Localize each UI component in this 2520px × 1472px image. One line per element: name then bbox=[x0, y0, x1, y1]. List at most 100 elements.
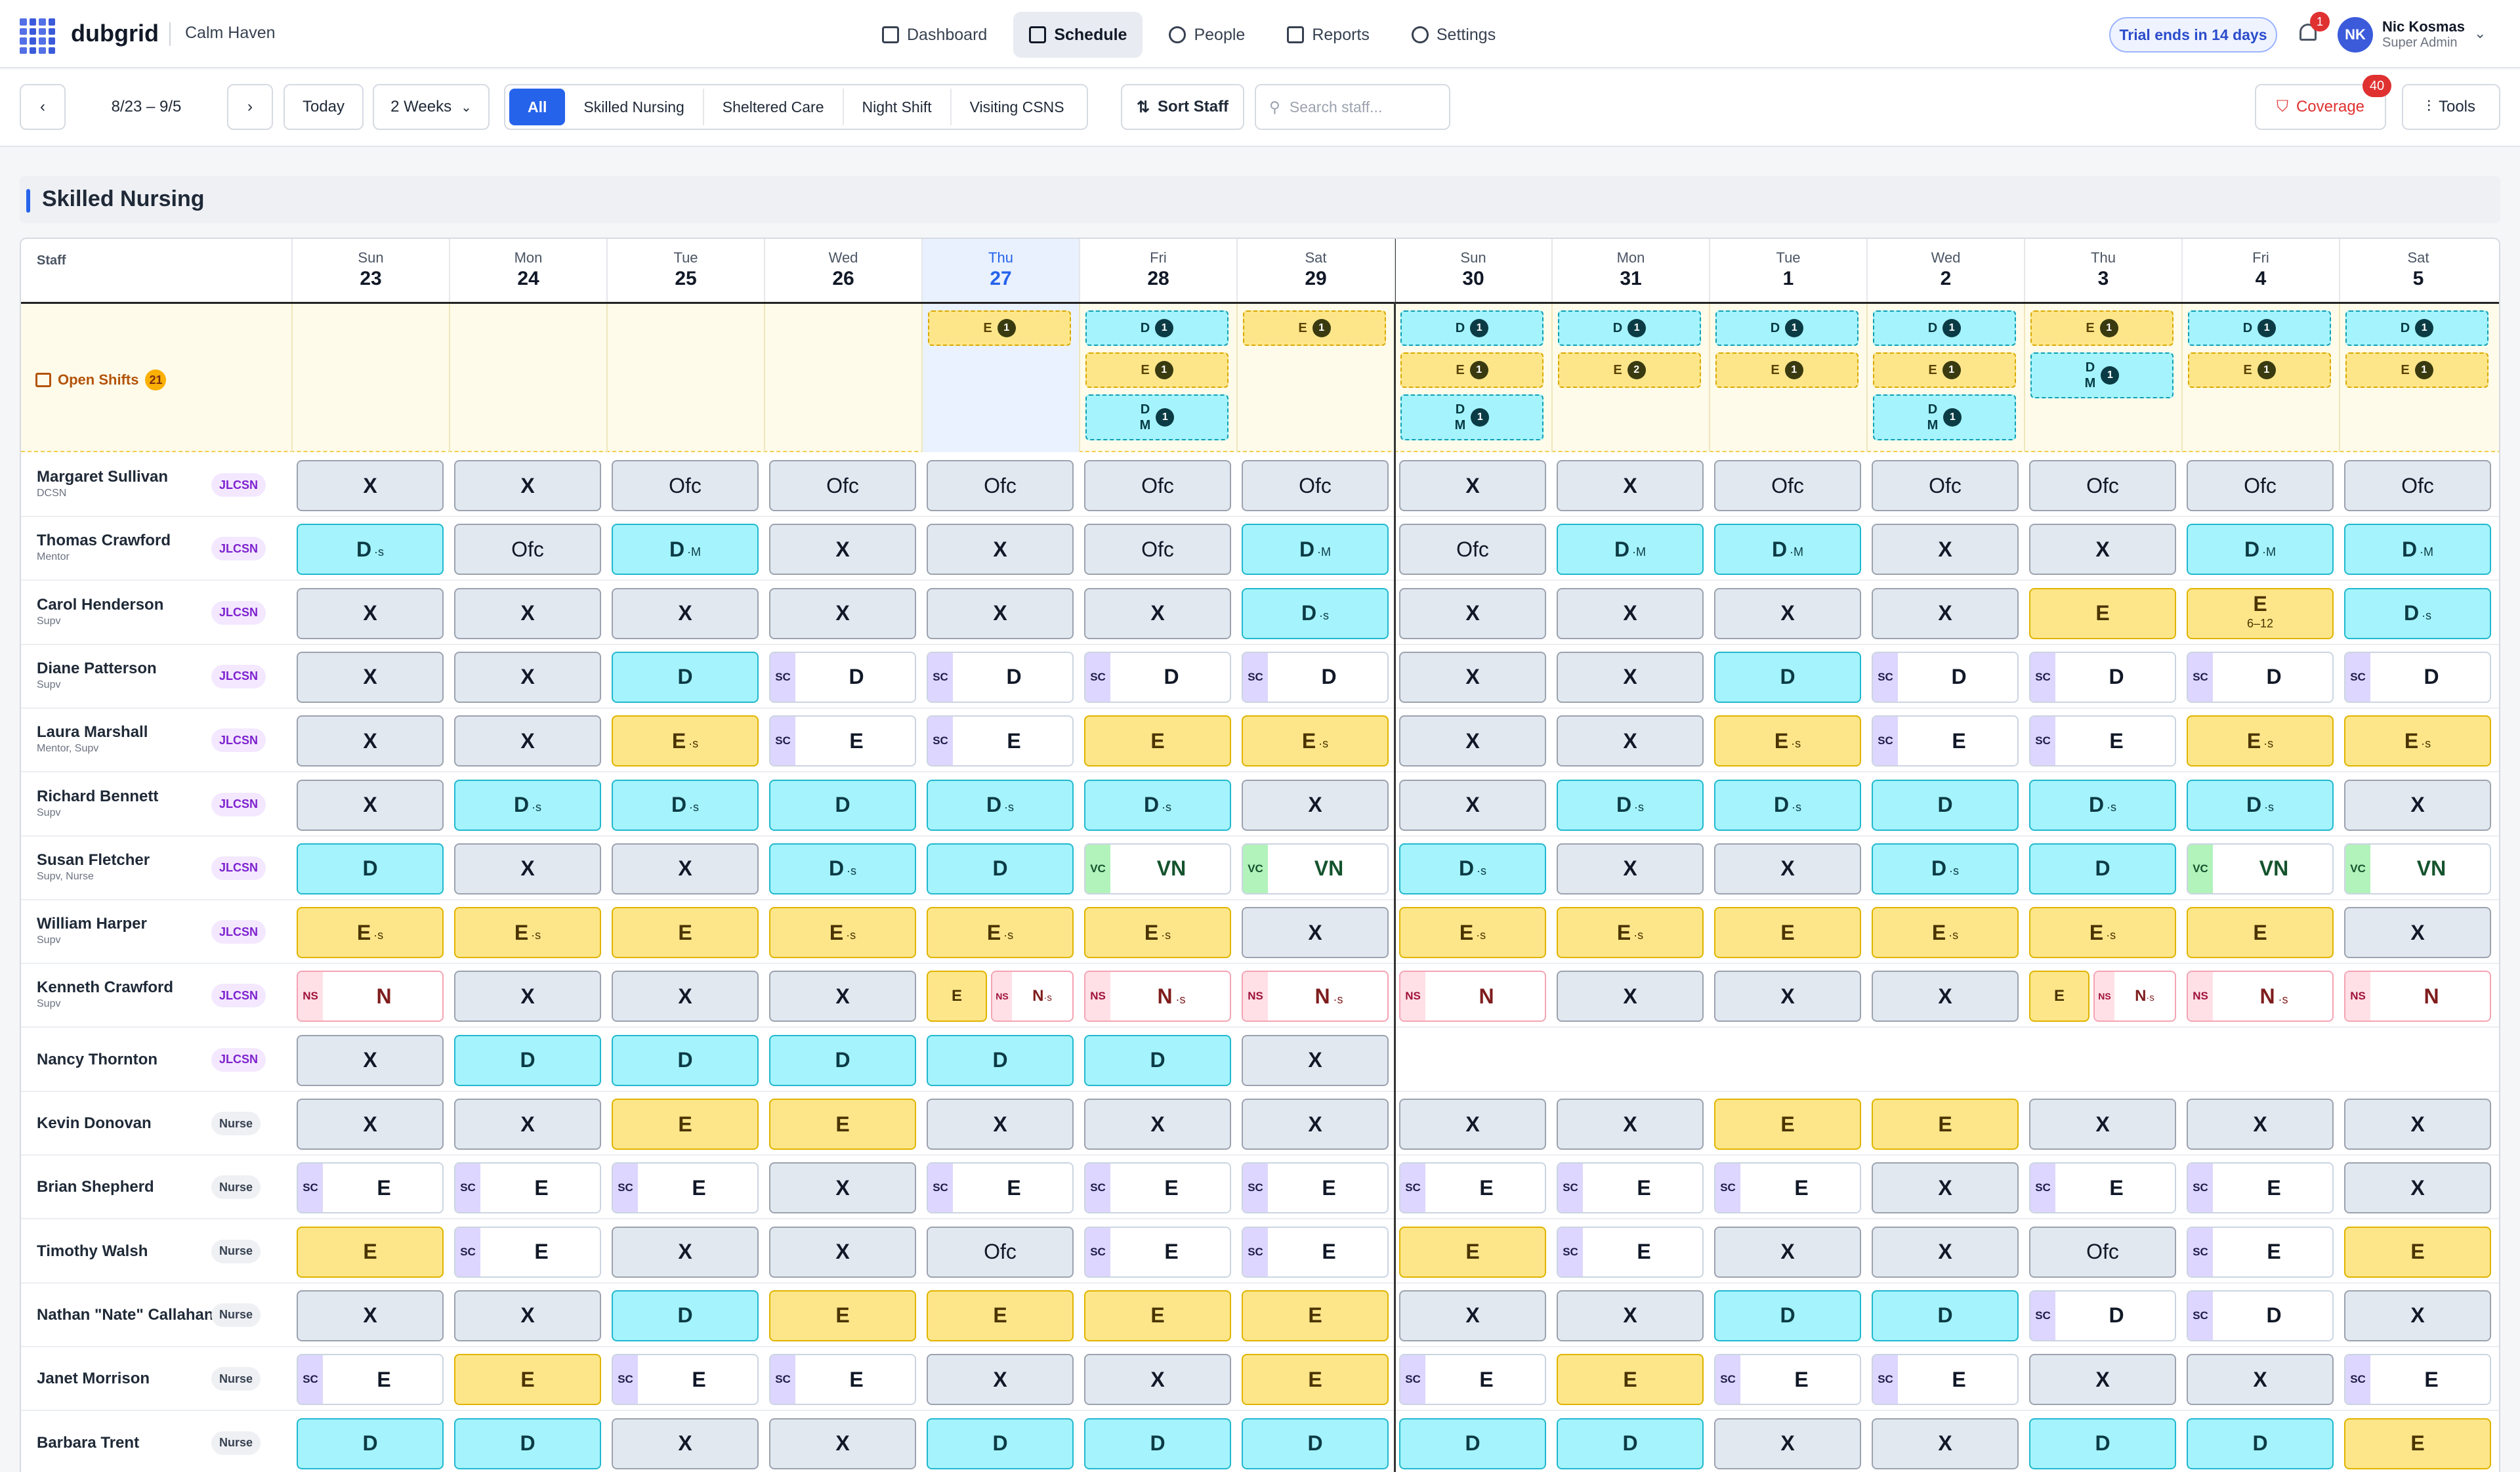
shift-cell[interactable]: VC VN bbox=[2187, 843, 2334, 894]
shift-cell[interactable]: SC E bbox=[927, 1162, 1074, 1214]
shift-cell[interactable]: X bbox=[1714, 1418, 1861, 1469]
shift-cell[interactable]: E bbox=[1084, 715, 1231, 767]
trial-badge[interactable]: Trial ends in 14 days bbox=[2109, 17, 2277, 53]
open-shift-chip[interactable]: D1 bbox=[1085, 310, 1228, 346]
day-header[interactable]: Thu 27 bbox=[921, 239, 1079, 302]
shift-cell[interactable]: X bbox=[454, 1099, 601, 1150]
shift-cell[interactable]: SC E bbox=[2187, 1162, 2334, 1214]
prev-range-button[interactable]: ‹ bbox=[20, 84, 66, 130]
shift-cell[interactable]: X bbox=[927, 524, 1074, 576]
shift-cell[interactable]: Ofc bbox=[1084, 524, 1231, 576]
shift-cell[interactable]: Ofc bbox=[927, 460, 1074, 511]
shift-cell[interactable]: Ofc bbox=[2344, 460, 2491, 511]
shift-cell[interactable]: X bbox=[297, 1034, 444, 1086]
day-header[interactable]: Mon 31 bbox=[1551, 239, 1709, 302]
shift-cell[interactable]: SC E bbox=[1399, 1354, 1546, 1406]
shift-cell[interactable]: E bbox=[1399, 1226, 1546, 1278]
shift-cell[interactable]: X bbox=[2187, 1354, 2334, 1406]
shift-cell[interactable]: D bbox=[927, 843, 1074, 894]
shift-cell[interactable]: SC E bbox=[297, 1162, 444, 1214]
shift-cell[interactable]: D bbox=[927, 1034, 1074, 1086]
shift-cell[interactable]: X bbox=[454, 1290, 601, 1341]
shift-cell[interactable]: SC E bbox=[1557, 1162, 1704, 1214]
shift-cell[interactable]: E bbox=[769, 1290, 916, 1341]
shift-cell[interactable]: D bbox=[769, 779, 916, 831]
open-shift-chip[interactable]: DM1 bbox=[1873, 394, 2016, 440]
shift-cell[interactable]: Ofc bbox=[2029, 460, 2176, 511]
day-header[interactable]: Tue 1 bbox=[1709, 239, 1866, 302]
shift-cell[interactable]: X bbox=[297, 779, 444, 831]
shift-cell[interactable]: X bbox=[1557, 460, 1704, 511]
shift-cell[interactable]: SC E bbox=[1399, 1162, 1546, 1214]
shift-cell[interactable]: X bbox=[612, 1226, 759, 1278]
shift-cell[interactable]: SC D bbox=[2029, 651, 2176, 703]
shift-cell[interactable]: X bbox=[1714, 1226, 1861, 1278]
shift-cell[interactable]: SC D bbox=[2187, 651, 2334, 703]
open-shift-chip[interactable]: E1 bbox=[1085, 352, 1228, 388]
shift-cell[interactable]: E ·s bbox=[1084, 907, 1231, 959]
shift-cell[interactable]: X bbox=[454, 587, 601, 639]
shift-cell[interactable]: D ·M bbox=[612, 524, 759, 576]
shift-cell[interactable]: D bbox=[2029, 843, 2176, 894]
shift-cell[interactable]: X bbox=[1557, 1290, 1704, 1341]
staff-name[interactable]: Thomas Crawford bbox=[37, 532, 227, 550]
shift-cell[interactable]: D ·s bbox=[927, 779, 1074, 831]
shift-cell[interactable]: X bbox=[1242, 1034, 1389, 1086]
shift-cell[interactable]: SC E bbox=[927, 715, 1074, 767]
staff-name[interactable]: Nancy Thornton bbox=[37, 1051, 227, 1069]
shift-cell[interactable]: SC E bbox=[2029, 1162, 2176, 1214]
filter-tab-sheltered-care[interactable]: Sheltered Care bbox=[704, 89, 844, 125]
shift-cell[interactable]: NS N bbox=[2344, 971, 2491, 1022]
date-range[interactable]: 8/23 – 9/5 bbox=[77, 84, 215, 130]
shift-cell[interactable]: X bbox=[1714, 843, 1861, 894]
day-header[interactable]: Mon 24 bbox=[449, 239, 606, 302]
shift-cell[interactable]: NS N bbox=[297, 971, 444, 1022]
shift-cell[interactable]: SC D bbox=[1084, 651, 1231, 703]
shift-cell[interactable]: Ofc bbox=[1084, 460, 1231, 511]
shift-cell[interactable]: D ·s bbox=[769, 843, 916, 894]
filter-tab-night-shift[interactable]: Night Shift bbox=[844, 89, 952, 125]
avatar[interactable]: NK bbox=[2338, 17, 2373, 53]
shift-cell[interactable]: SC E bbox=[2187, 1226, 2334, 1278]
shift-cell-split[interactable]: E NS N·s bbox=[2029, 971, 2176, 1022]
open-shifts-label[interactable]: Open Shifts 21 bbox=[35, 369, 167, 390]
shift-cell[interactable]: SC E bbox=[1084, 1162, 1231, 1214]
shift-cell[interactable]: D bbox=[769, 1034, 916, 1086]
shift-cell[interactable]: E ·s bbox=[1242, 715, 1389, 767]
shift-cell[interactable]: D ·M bbox=[1242, 524, 1389, 576]
shift-cell[interactable]: X bbox=[2344, 907, 2491, 959]
day-header[interactable]: Wed 26 bbox=[764, 239, 921, 302]
day-header[interactable]: Sun 30 bbox=[1394, 239, 1551, 302]
chevron-down-icon[interactable]: ⌄ bbox=[2474, 25, 2486, 42]
tools-button[interactable]: ⫶ Tools bbox=[2402, 84, 2500, 130]
shift-cell[interactable]: Ofc bbox=[2029, 1226, 2176, 1278]
day-header[interactable]: Fri 28 bbox=[1079, 239, 1236, 302]
staff-name[interactable]: Barbara Trent bbox=[37, 1434, 227, 1452]
shift-cell[interactable]: E bbox=[612, 1099, 759, 1150]
shift-cell[interactable]: E bbox=[454, 1354, 601, 1406]
shift-cell[interactable]: D bbox=[1872, 779, 2019, 831]
dubgrid-logo-icon[interactable] bbox=[20, 18, 55, 54]
shift-cell[interactable]: X bbox=[1084, 1099, 1231, 1150]
shift-cell[interactable]: X bbox=[1872, 524, 2019, 576]
shift-cell[interactable]: X bbox=[927, 587, 1074, 639]
shift-cell[interactable]: SC E bbox=[769, 715, 916, 767]
shift-cell[interactable]: D ·s bbox=[2029, 779, 2176, 831]
shift-cell[interactable]: SC E bbox=[612, 1354, 759, 1406]
shift-cell[interactable]: X bbox=[1872, 1418, 2019, 1469]
shift-cell[interactable]: D bbox=[1084, 1034, 1231, 1086]
shift-cell[interactable]: X bbox=[927, 1354, 1074, 1406]
open-shift-chip[interactable]: E1 bbox=[2345, 352, 2488, 388]
user-name[interactable]: Nic Kosmas bbox=[2382, 18, 2465, 35]
shift-cell[interactable]: D ·M bbox=[2344, 524, 2491, 576]
shift-cell[interactable]: SC E bbox=[2344, 1354, 2491, 1406]
shift-cell[interactable]: X bbox=[1084, 1354, 1231, 1406]
shift-cell[interactable]: D bbox=[1872, 1290, 2019, 1341]
shift-cell[interactable]: X bbox=[454, 651, 601, 703]
shift-cell[interactable]: D ·s bbox=[1242, 587, 1389, 639]
today-button[interactable]: Today bbox=[284, 84, 364, 130]
shift-cell[interactable]: X bbox=[2029, 1099, 2176, 1150]
shift-cell[interactable]: Ofc bbox=[1714, 460, 1861, 511]
shift-cell[interactable]: E bbox=[2187, 907, 2334, 959]
shift-cell[interactable]: Ofc bbox=[1872, 460, 2019, 511]
